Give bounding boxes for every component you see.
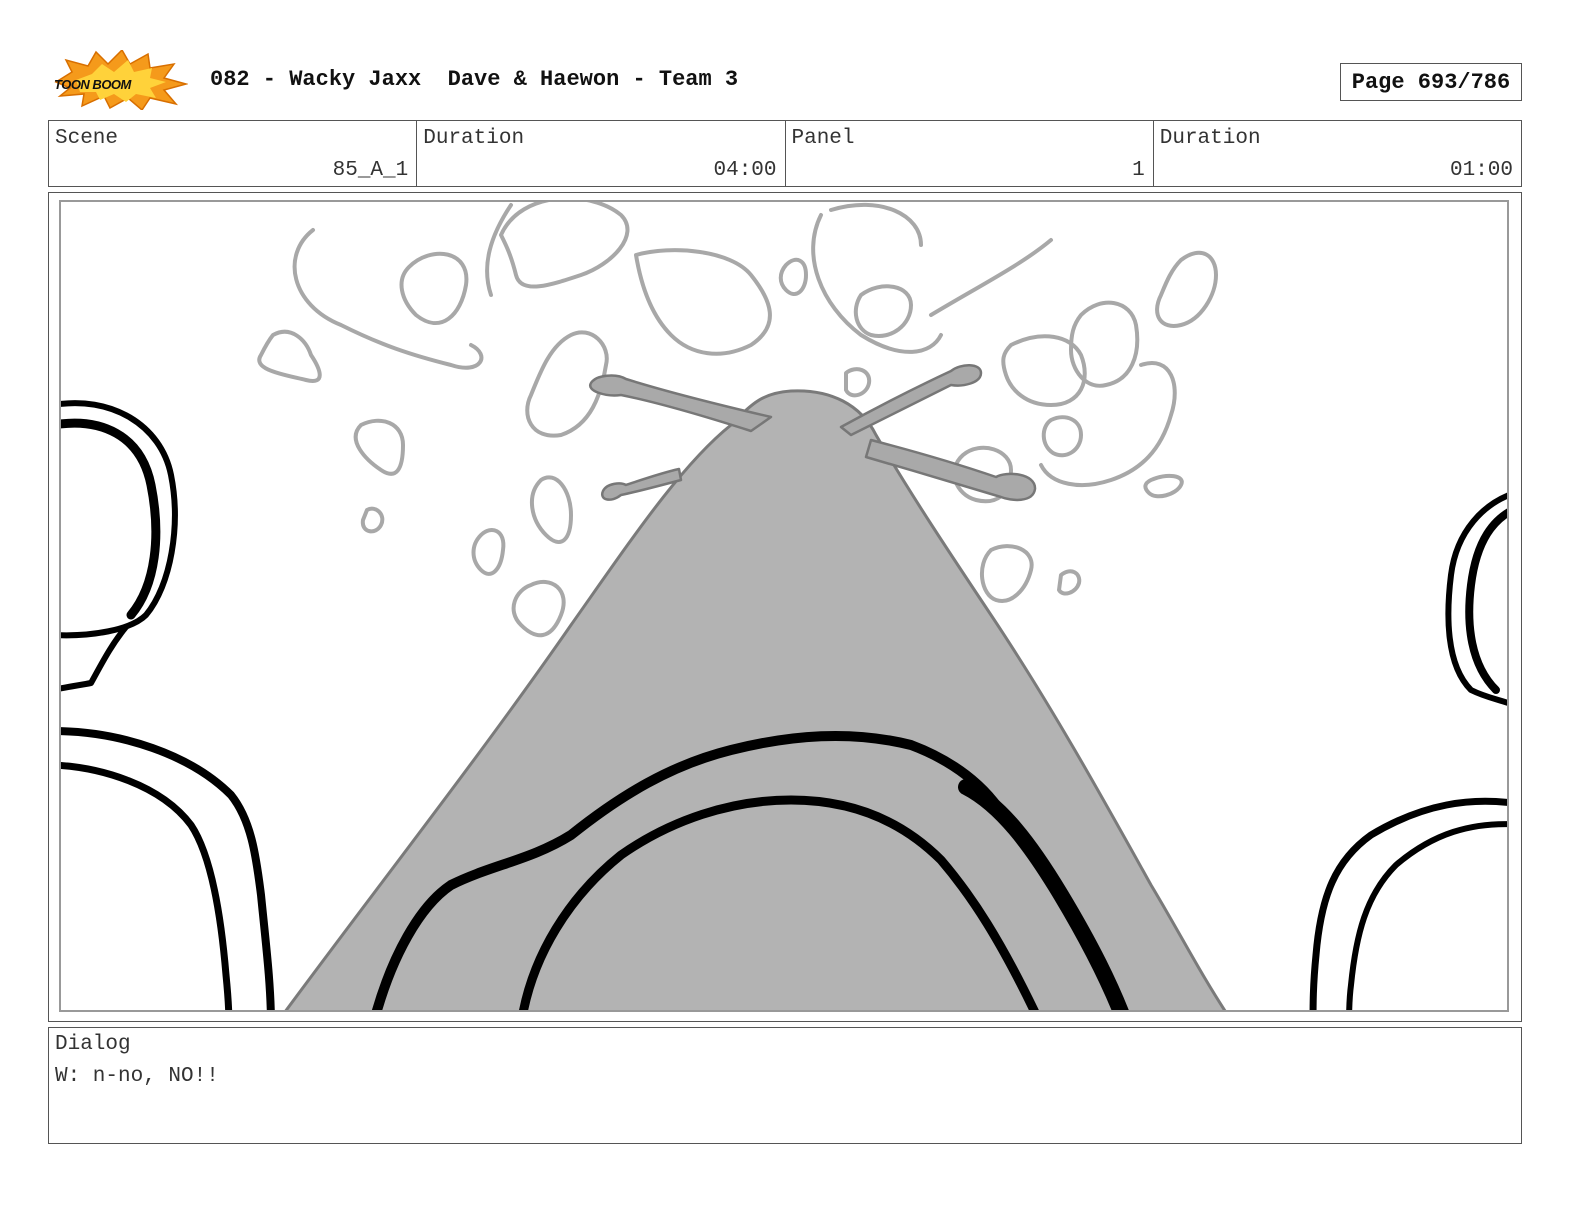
panel-label: Panel xyxy=(791,127,855,150)
page-indicator: Page 693/786 xyxy=(1340,63,1522,101)
storyboard-panel xyxy=(48,192,1522,1022)
scene-duration-value: 04:00 xyxy=(713,159,777,182)
scene-info-row: Scene 85_A_1 Duration 04:00 Panel 1 Dura… xyxy=(48,120,1522,187)
dialog-box: Dialog W: n-no, NO!! xyxy=(48,1027,1522,1144)
panel-value: 1 xyxy=(1132,159,1145,182)
scene-duration-cell: Duration 04:00 xyxy=(417,121,786,186)
panel-sketch xyxy=(61,202,1507,1010)
scene-value: 85_A_1 xyxy=(332,159,409,182)
panel-duration-value: 01:00 xyxy=(1449,159,1513,182)
dialog-text: W: n-no, NO!! xyxy=(55,1065,219,1088)
logo-text: TOON BOOM xyxy=(54,77,131,92)
panel-duration-cell: Duration 01:00 xyxy=(1154,121,1521,186)
dialog-label: Dialog xyxy=(55,1033,131,1056)
scene-cell: Scene 85_A_1 xyxy=(49,121,418,186)
scene-duration-label: Duration xyxy=(423,127,525,150)
toon-boom-logo: TOON BOOM xyxy=(52,48,189,112)
scene-label: Scene xyxy=(55,127,119,150)
document-title: 082 - Wacky Jaxx Dave & Haewon - Team 3 xyxy=(210,67,739,92)
panel-cell: Panel 1 xyxy=(786,121,1154,186)
panel-drawing-frame xyxy=(59,200,1509,1012)
panel-duration-label: Duration xyxy=(1159,127,1261,150)
